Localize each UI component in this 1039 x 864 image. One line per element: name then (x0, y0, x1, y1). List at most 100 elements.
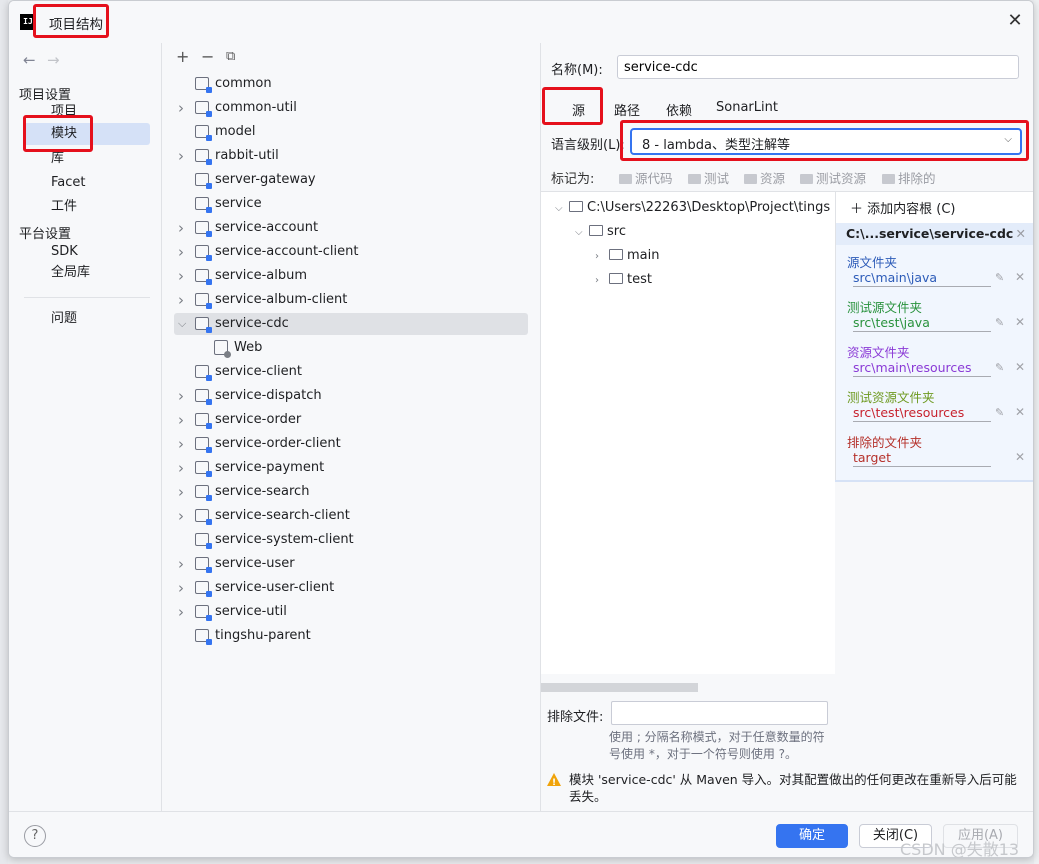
horizontal-scrollbar[interactable] (541, 683, 698, 692)
tree-row-module[interactable]: › service-search-client (174, 505, 528, 527)
tab-dependencies[interactable]: 依赖 (666, 100, 692, 119)
tree-row-module[interactable]: service (174, 193, 528, 215)
tab-sources[interactable]: 源 (572, 100, 585, 119)
forward-arrow-icon[interactable]: → (47, 51, 60, 69)
chevron-right-icon[interactable]: › (178, 601, 190, 623)
chevron-right-icon[interactable]: › (178, 457, 190, 479)
root-group-path[interactable]: src\main\resources (853, 360, 991, 377)
dir-row-test[interactable]: › test (595, 269, 652, 291)
chevron-right-icon[interactable]: › (178, 217, 190, 239)
root-group-path[interactable]: target (853, 450, 991, 467)
nav-item-libraries[interactable]: 库 (24, 148, 150, 170)
close-icon[interactable]: ✕ (1015, 315, 1025, 329)
close-icon[interactable]: ✕ (1015, 405, 1025, 419)
tree-row-module[interactable]: service-client (174, 361, 528, 383)
chevron-right-icon[interactable]: › (178, 505, 190, 527)
chevron-right-icon[interactable]: › (178, 265, 190, 287)
tree-row-module[interactable]: › service-account (174, 217, 528, 239)
chevron-right-icon[interactable]: › (178, 385, 190, 407)
tab-paths[interactable]: 路径 (614, 100, 640, 119)
chevron-right-icon[interactable]: › (178, 409, 190, 431)
dir-row-main[interactable]: › main (595, 245, 659, 267)
chevron-right-icon[interactable]: › (178, 289, 190, 311)
tree-row-module[interactable]: tingshu-parent (174, 625, 528, 647)
tree-row-label: service-account (215, 220, 319, 235)
remove-icon[interactable]: − (201, 47, 214, 66)
edit-icon[interactable]: ✎ (995, 361, 1004, 374)
add-icon[interactable]: + (176, 47, 189, 66)
tree-row-module[interactable]: › service-payment (174, 457, 528, 479)
close-icon[interactable]: ✕ (1015, 270, 1025, 284)
chevron-down-icon[interactable]: ⌵ (178, 313, 190, 335)
tree-row-module[interactable]: › rabbit-util (174, 145, 528, 167)
tree-row-module[interactable]: server-gateway (174, 169, 528, 191)
mark-sources-label: 源代码 (635, 171, 673, 186)
close-icon[interactable]: ✕ (1015, 360, 1025, 374)
background-right-edge (1034, 0, 1039, 864)
mark-tests-button[interactable]: 测试 (688, 168, 729, 187)
copy-icon[interactable]: ⧉ (226, 49, 235, 64)
back-arrow-icon[interactable]: ← (23, 51, 36, 69)
language-level-select[interactable]: 8 - lambda、类型注解等 ⌵ (630, 128, 1022, 155)
nav-item-problems[interactable]: 问题 (24, 308, 150, 330)
close-icon[interactable]: ✕ (1016, 223, 1026, 245)
module-icon (195, 581, 212, 597)
chevron-right-icon[interactable]: › (178, 481, 190, 503)
root-group-path[interactable]: src\test\resources (853, 405, 991, 422)
nav-item-project[interactable]: 项目 (24, 101, 150, 123)
tree-row-facet[interactable]: Web (174, 337, 528, 359)
module-icon (195, 629, 212, 645)
chevron-right-icon[interactable]: › (178, 97, 190, 119)
chevron-right-icon[interactable]: › (178, 553, 190, 575)
tree-row-module[interactable]: › service-search (174, 481, 528, 503)
tree-row-module[interactable]: › service-dispatch (174, 385, 528, 407)
help-icon[interactable]: ? (24, 825, 46, 847)
nav-item-sdk[interactable]: SDK (24, 241, 150, 263)
tree-row-module[interactable]: model (174, 121, 528, 143)
chevron-right-icon[interactable]: › (178, 577, 190, 599)
tree-row-module[interactable]: › service-order (174, 409, 528, 431)
content-root-folders: 源文件夹 src\main\java ✎ ✕ 测试源文件夹 src\test\java ✎ ✕… (836, 245, 1033, 480)
chevron-right-icon[interactable]: › (178, 433, 190, 455)
mark-excluded-button[interactable]: 排除的 (882, 168, 936, 187)
mark-resources-button[interactable]: 资源 (744, 168, 785, 187)
tree-row-module[interactable]: › service-account-client (174, 241, 528, 263)
mark-sources-button[interactable]: 源代码 (619, 168, 673, 187)
tree-row-module[interactable]: › service-util (174, 601, 528, 623)
tree-row-module[interactable]: › service-user-client (174, 577, 528, 599)
tree-row-module[interactable]: › service-album (174, 265, 528, 287)
edit-icon[interactable]: ✎ (995, 406, 1004, 419)
tree-row-module[interactable]: common (174, 73, 528, 95)
tree-row-module[interactable]: › service-order-client (174, 433, 528, 455)
root-group-path[interactable]: src\test\java (853, 315, 991, 332)
close-icon[interactable]: ✕ (1015, 450, 1025, 464)
tree-row-module[interactable]: ⌵ service-cdc (174, 313, 528, 335)
module-detail-panel: 名称(M): 源 路径 依赖 SonarLint 语言级别(L): 8 - la… (541, 43, 1033, 811)
nav-item-global-libraries[interactable]: 全局库 (24, 262, 150, 284)
tree-row-module[interactable]: › service-album-client (174, 289, 528, 311)
tree-row-module[interactable]: › common-util (174, 97, 528, 119)
dir-row-src[interactable]: ⌵ src (575, 221, 626, 243)
exclude-files-input[interactable] (611, 701, 828, 725)
root-group-path[interactable]: src\main\java (853, 270, 991, 287)
mark-test-resources-button[interactable]: 测试资源 (800, 168, 866, 187)
dir-row-root[interactable]: ⌵ C:\Users\22263\Desktop\Project\tings (555, 197, 830, 219)
ok-button[interactable]: 确定 (776, 824, 848, 848)
nav-item-artifacts[interactable]: 工件 (24, 196, 150, 218)
nav-item-modules[interactable]: 模块 (24, 123, 150, 145)
module-icon (195, 293, 212, 309)
tree-row-label: service-album-client (215, 292, 348, 307)
nav-item-facet[interactable]: Facet (24, 172, 150, 194)
edit-icon[interactable]: ✎ (995, 316, 1004, 329)
edit-icon[interactable]: ✎ (995, 271, 1004, 284)
mark-test-resources-label: 测试资源 (816, 171, 867, 186)
tree-row-module[interactable]: service-system-client (174, 529, 528, 551)
chevron-right-icon[interactable]: › (178, 145, 190, 167)
tab-sonarlint[interactable]: SonarLint (716, 100, 778, 115)
tree-row-module[interactable]: › service-user (174, 553, 528, 575)
dialog-footer: ? 确定 关闭(C) 应用(A) (9, 811, 1033, 857)
close-icon[interactable]: ✕ (1005, 11, 1025, 31)
chevron-right-icon[interactable]: › (178, 241, 190, 263)
add-content-root-button[interactable]: ＋ 添加内容根 (C) (850, 198, 956, 217)
module-name-input[interactable] (617, 55, 1019, 79)
